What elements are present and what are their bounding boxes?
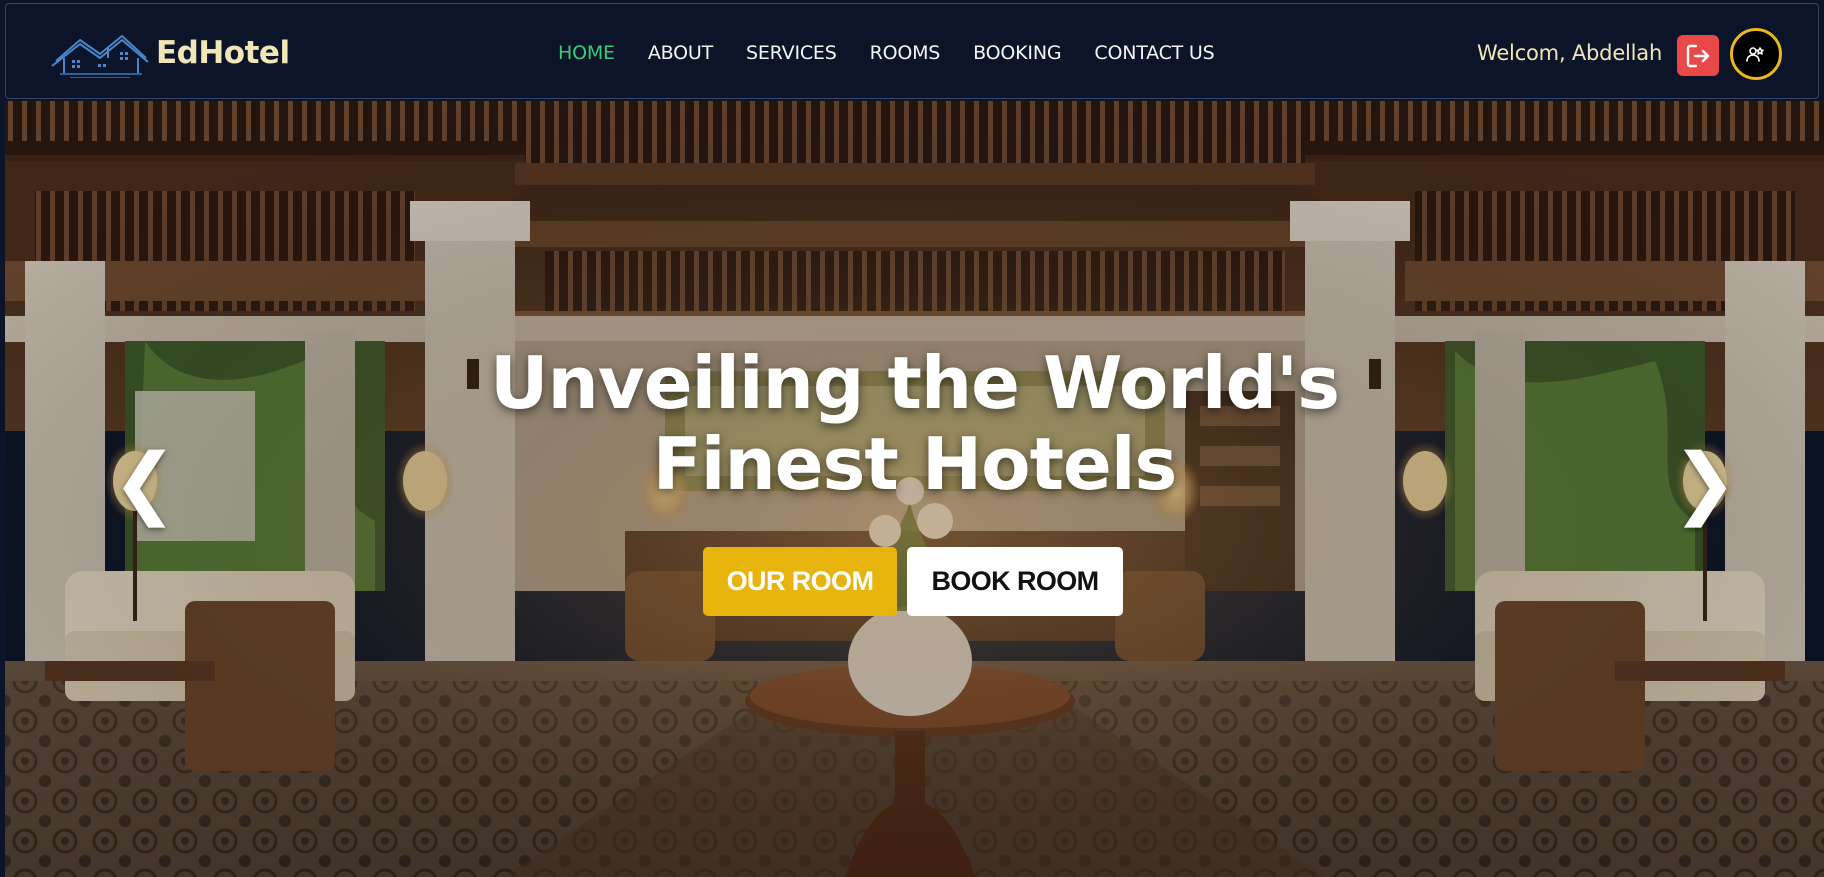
brand[interactable]: EdHotel (50, 28, 290, 78)
welcome-message: Welcom, Abdellah (1477, 41, 1663, 65)
user-avatar-button[interactable] (1730, 28, 1782, 80)
logout-icon (1686, 44, 1710, 67)
nav-services[interactable]: SERVICES (746, 40, 837, 66)
logout-button[interactable] (1677, 35, 1719, 76)
hero-title: Unveiling the World's Finest Hotels (5, 343, 1824, 505)
nav-booking[interactable]: BOOKING (973, 40, 1061, 66)
carousel-prev-arrow-icon[interactable]: ❮ (112, 438, 177, 528)
hero-title-line-2: Finest Hotels (652, 422, 1178, 506)
page: EdHotel HOME ABOUT SERVICES ROOMS BOOKIN… (0, 0, 1824, 877)
navbar: EdHotel HOME ABOUT SERVICES ROOMS BOOKIN… (5, 3, 1819, 99)
nav-contact-us[interactable]: CONTACT US (1094, 40, 1214, 66)
nav-about[interactable]: ABOUT (648, 40, 713, 66)
hero-actions: OUR ROOM BOOK ROOM (703, 547, 1123, 616)
main-nav: HOME ABOUT SERVICES ROOMS BOOKING CONTAC… (558, 40, 1215, 66)
hero-title-line-1: Unveiling the World's (490, 341, 1340, 425)
avatar-icon (1746, 47, 1764, 62)
our-room-button[interactable]: OUR ROOM (703, 547, 897, 616)
brand-name: EdHotel (156, 35, 290, 71)
hotel-logo-icon (51, 35, 149, 78)
nav-rooms[interactable]: ROOMS (870, 40, 941, 66)
nav-home[interactable]: HOME (558, 40, 615, 66)
carousel-next-arrow-icon[interactable]: ❯ (1672, 438, 1737, 528)
hero-carousel: Unveiling the World's Finest Hotels OUR … (5, 101, 1824, 877)
book-room-button[interactable]: BOOK ROOM (907, 547, 1123, 616)
